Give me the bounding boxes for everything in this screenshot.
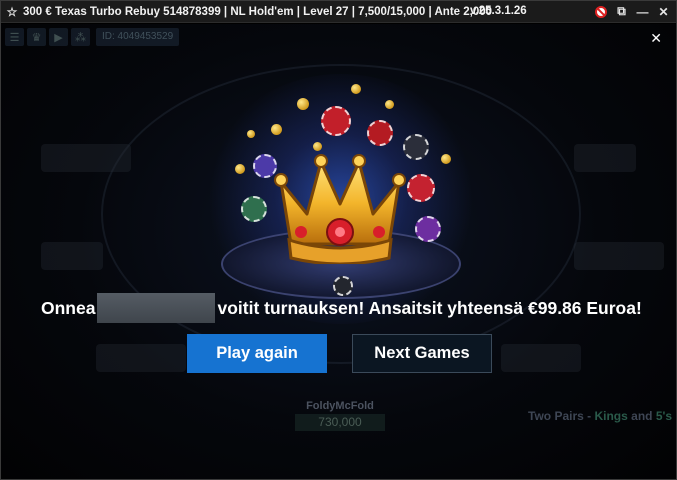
green-chip-icon [241, 196, 267, 222]
winner-message-end: voitit turnauksen! Ansaitsit yhteensä €9… [217, 297, 642, 318]
restore-window-icon[interactable]: ⧉ [613, 3, 630, 20]
gold-coin-icon [247, 130, 255, 138]
poker-table-area: ☰ ♛ ▶ ⁂ ID: 4049453529 ✕ FoldyMcFold 730… [1, 24, 676, 479]
table-toolbar: ☰ ♛ ▶ ⁂ ID: 4049453529 [5, 28, 180, 46]
seat-bottom-left [96, 344, 186, 372]
window-title: 300 € Texas Turbo Rebuy 514878399 | NL H… [23, 5, 493, 18]
title-bar: ☆ 300 € Texas Turbo Rebuy 514878399 | NL… [1, 1, 676, 23]
seat-right-top [574, 144, 636, 172]
winner-message-start: Onnea [41, 297, 96, 318]
gold-coin-icon [441, 154, 451, 164]
seat-right-mid [574, 242, 664, 270]
play-again-button[interactable]: Play again [187, 334, 327, 373]
block-icon[interactable] [592, 3, 609, 20]
player-name: FoldyMcFold [306, 400, 374, 412]
seat-bottom-right [501, 344, 581, 372]
play-icon[interactable]: ▶ [49, 28, 68, 46]
seat-left-mid [41, 242, 103, 270]
purple-chip-icon [415, 216, 441, 242]
redacted-username [97, 293, 216, 323]
hand-first-pair: Kings [594, 409, 628, 423]
gold-coin-icon [313, 142, 322, 151]
gold-coin-icon [271, 124, 282, 135]
menu-icon[interactable]: ☰ [5, 28, 24, 46]
red-chip-icon [321, 106, 351, 136]
poker-window: ☆ 300 € Texas Turbo Rebuy 514878399 | NL… [0, 0, 677, 480]
next-games-button[interactable]: Next Games [352, 334, 492, 373]
hand-description: Two Pairs - Kings and 5's [528, 409, 672, 423]
seat-left-top [41, 144, 131, 172]
star-icon[interactable]: ☆ [3, 5, 21, 19]
version-label: v.25.3.1.26 [470, 5, 527, 17]
gold-coin-icon [385, 100, 394, 109]
minimize-icon[interactable]: — [634, 3, 651, 20]
gold-coin-icon [235, 164, 245, 174]
hand-prefix: Two Pairs - [528, 409, 595, 423]
hand-second-pair: 5's [655, 409, 673, 423]
table-id-badge: ID: 4049453529 [96, 28, 180, 46]
network-icon[interactable]: ⁂ [71, 28, 90, 46]
window-controls: ⧉ — ✕ [592, 3, 672, 20]
red-chip-icon [367, 120, 393, 146]
hand-and: and [627, 409, 656, 423]
crown-icon [274, 154, 406, 264]
gold-coin-icon [351, 84, 361, 94]
close-window-icon[interactable]: ✕ [655, 3, 672, 20]
trophy-icon[interactable]: ♛ [27, 28, 46, 46]
close-dialog-icon[interactable]: ✕ [650, 30, 662, 47]
player-stack: 730,000 [295, 414, 385, 431]
winner-message: Onnea voitit turnauksen! Ansaitsit yhtee… [41, 293, 642, 323]
red-chip-icon [407, 174, 435, 202]
gold-coin-icon [297, 98, 309, 110]
